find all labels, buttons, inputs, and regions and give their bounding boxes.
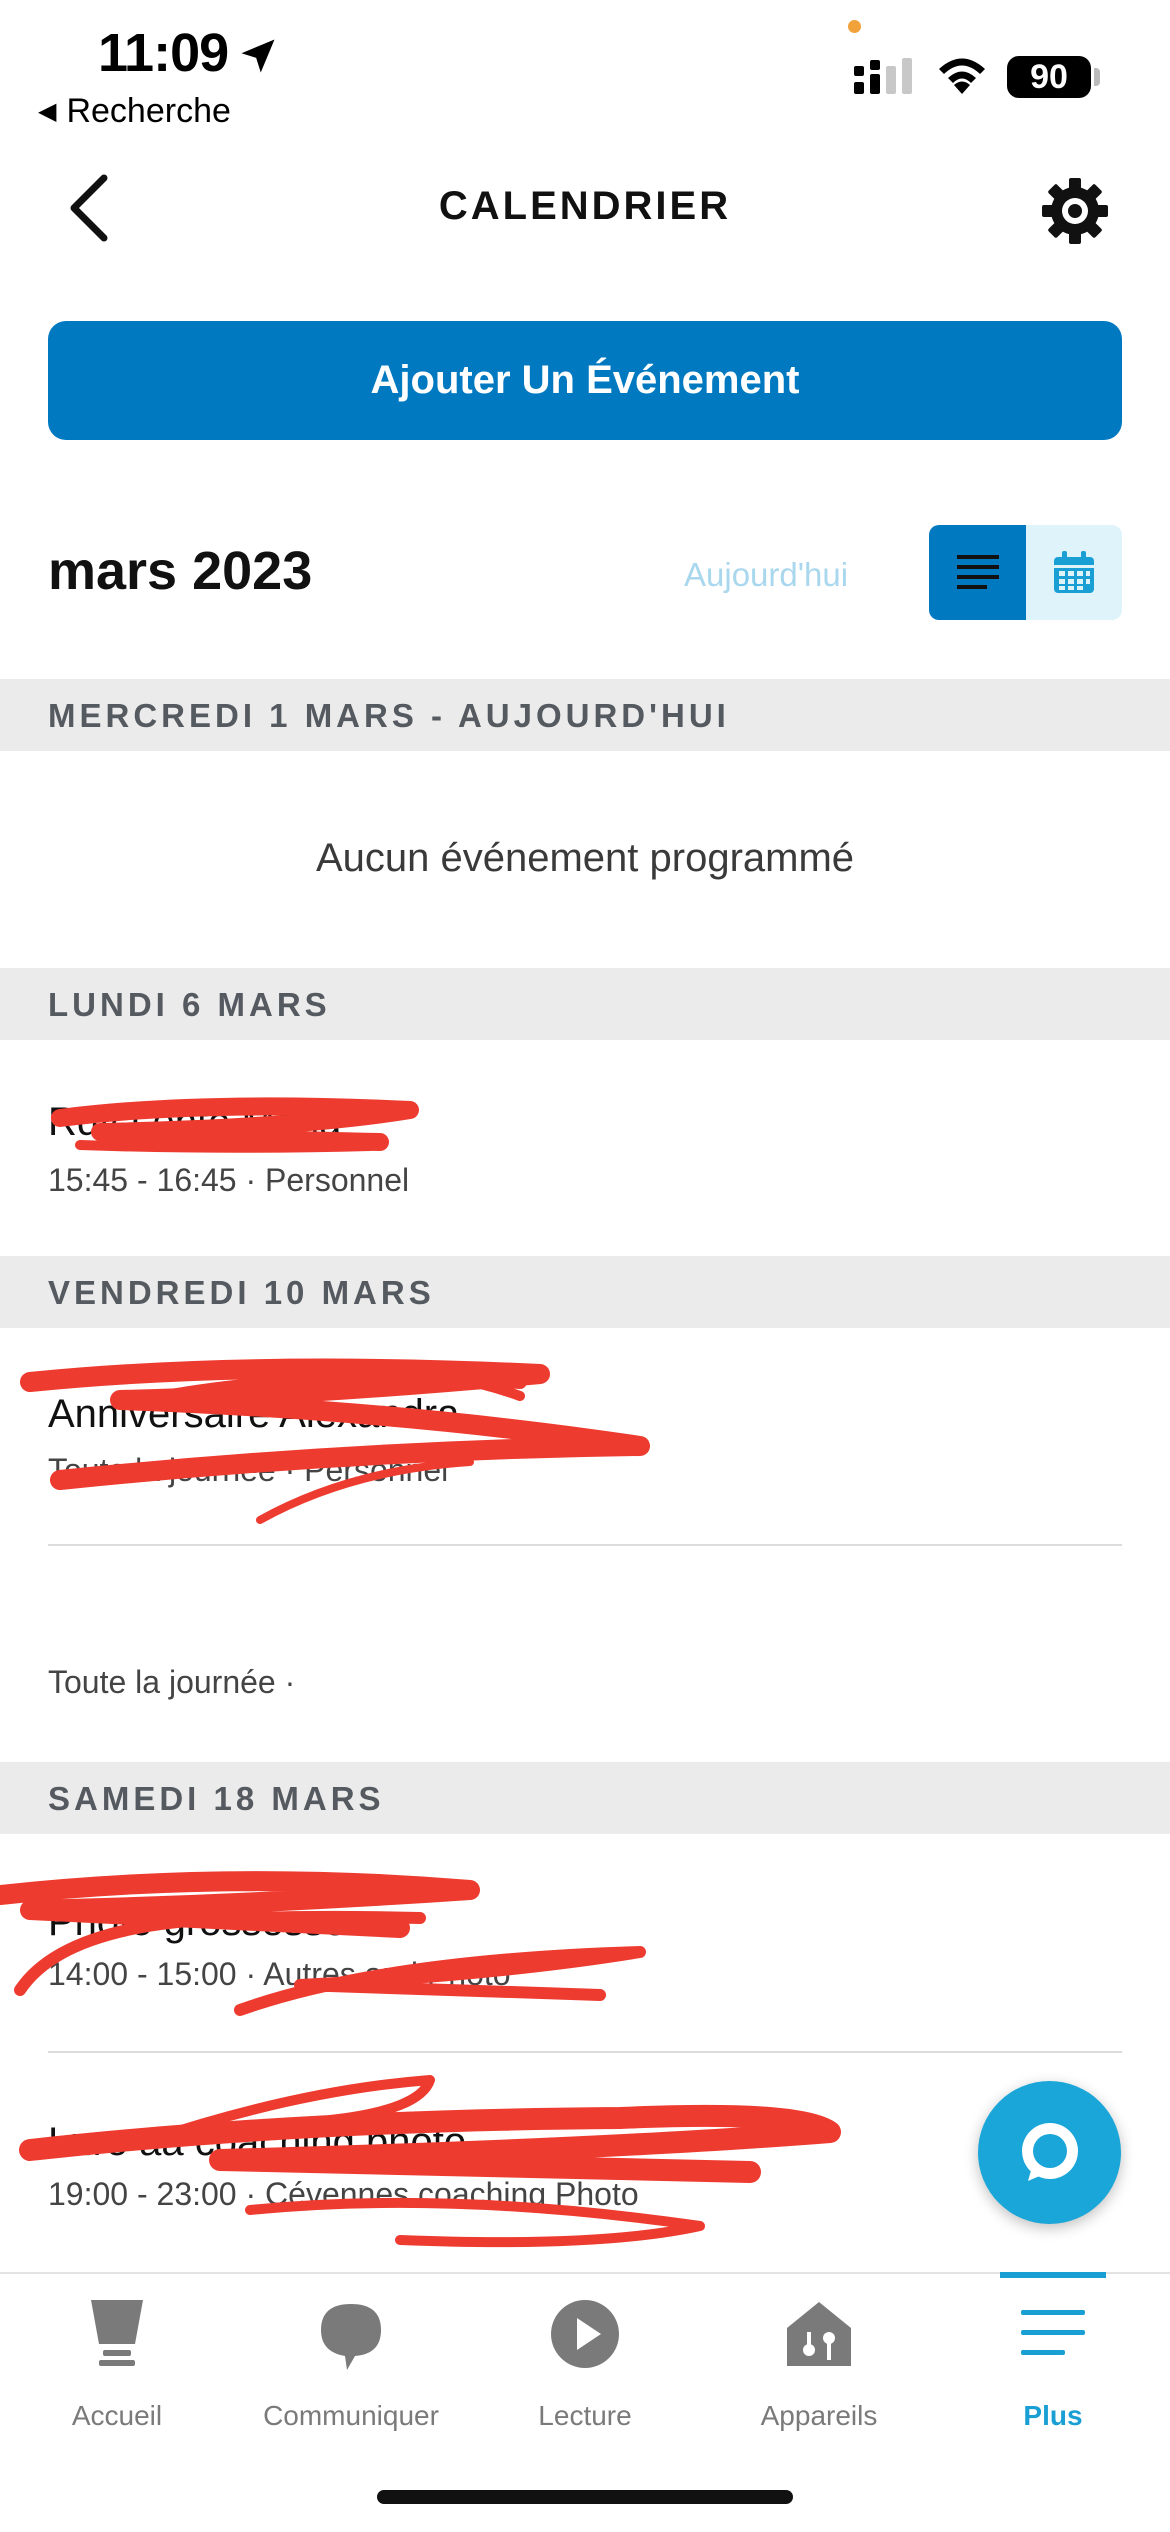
day-header: MERCREDI 1 MARS - AUJOURD'HUI [0, 679, 1170, 751]
month-label: mars 2023 [48, 541, 313, 601]
tab-label: Appareils [760, 2400, 878, 2431]
back-to-app-link[interactable]: ◀ Recherche [38, 92, 231, 131]
day-header: LUNDI 6 MARS [0, 968, 1170, 1040]
today-link[interactable]: Aujourd'hui [684, 556, 848, 594]
tab-plus[interactable]: Plus [936, 2274, 1170, 2454]
event-title[interactable]: Luro aa coaching photo [48, 2120, 466, 2165]
page-title: CALENDRIER [438, 184, 732, 228]
event-subtitle: 15:45 - 16:45 · Personnel [48, 1162, 410, 1198]
menu-icon [1021, 2310, 1085, 2355]
settings-gear-icon[interactable] [1040, 176, 1110, 246]
battery-indicator: 90 [1007, 56, 1091, 98]
calendar-grid-icon [1054, 550, 1094, 593]
smart-home-icon [787, 2302, 851, 2366]
list-view-icon [956, 554, 999, 589]
tab-communiquer[interactable]: Communiquer [234, 2274, 468, 2454]
home-indicator [377, 2490, 793, 2504]
home-device-icon [91, 2300, 143, 2366]
day-header-label: VENDREDI 10 MARS [48, 1274, 435, 1311]
day-header-label: LUNDI 6 MARS [48, 986, 331, 1023]
day-header-label: MERCREDI 1 MARS - AUJOURD'HUI [48, 697, 730, 734]
tab-lecture[interactable]: Lecture [468, 2274, 702, 2454]
event-subtitle: Toute la journée · Personnel [48, 1452, 449, 1488]
chat-bubble-icon [321, 2304, 381, 2370]
day-header: VENDREDI 10 MARS [0, 1256, 1170, 1328]
tab-label: Lecture [538, 2400, 632, 2431]
day-header-label: SAMEDI 18 MARS [48, 1780, 385, 1817]
event-title[interactable]: Rdv Lente Maria [48, 1100, 341, 1145]
tab-label: Communiquer [263, 2400, 439, 2431]
status-time: 11:09 [98, 23, 229, 83]
privacy-indicator-dot [848, 20, 861, 33]
status-bar: 11:09 ◀ Recherche 90 [0, 0, 1170, 140]
list-view-button[interactable] [929, 525, 1026, 620]
event-divider [48, 2051, 1122, 2053]
location-arrow-icon [241, 39, 275, 73]
event-title[interactable]: Photo grossesse [48, 1900, 346, 1945]
alexa-button[interactable] [978, 2081, 1121, 2224]
tab-appareils[interactable]: Appareils [702, 2274, 936, 2454]
day-header: SAMEDI 18 MARS [0, 1762, 1170, 1834]
tab-accueil[interactable]: Accueil [0, 2274, 234, 2454]
alexa-ring-icon [1021, 2122, 1078, 2181]
tab-label: Plus [1023, 2400, 1083, 2431]
event-title[interactable]: Anniversaire Alexandra [48, 1392, 459, 1437]
no-event-message: Aucun événement programmé [315, 836, 855, 880]
cellular-signal-icon [854, 58, 912, 94]
event-divider [48, 1544, 1122, 1546]
event-subtitle: 14:00 - 15:00 · Autres and Photo [48, 1956, 511, 1992]
wifi-icon [939, 58, 985, 94]
view-toggle [929, 525, 1122, 620]
calendar-view-button[interactable] [1026, 525, 1122, 620]
event-subtitle: Toute la journée · [48, 1664, 296, 1700]
back-app-label: Recherche [66, 92, 231, 130]
tab-label: Accueil [71, 2400, 163, 2431]
play-icon [551, 2300, 619, 2368]
back-triangle-icon: ◀ [38, 98, 57, 125]
battery-tip [1094, 68, 1100, 86]
event-subtitle: 19:00 - 23:00 · Cévennes coaching Photo [48, 2176, 639, 2212]
add-event-button[interactable]: Ajouter Un Événement [48, 321, 1122, 440]
